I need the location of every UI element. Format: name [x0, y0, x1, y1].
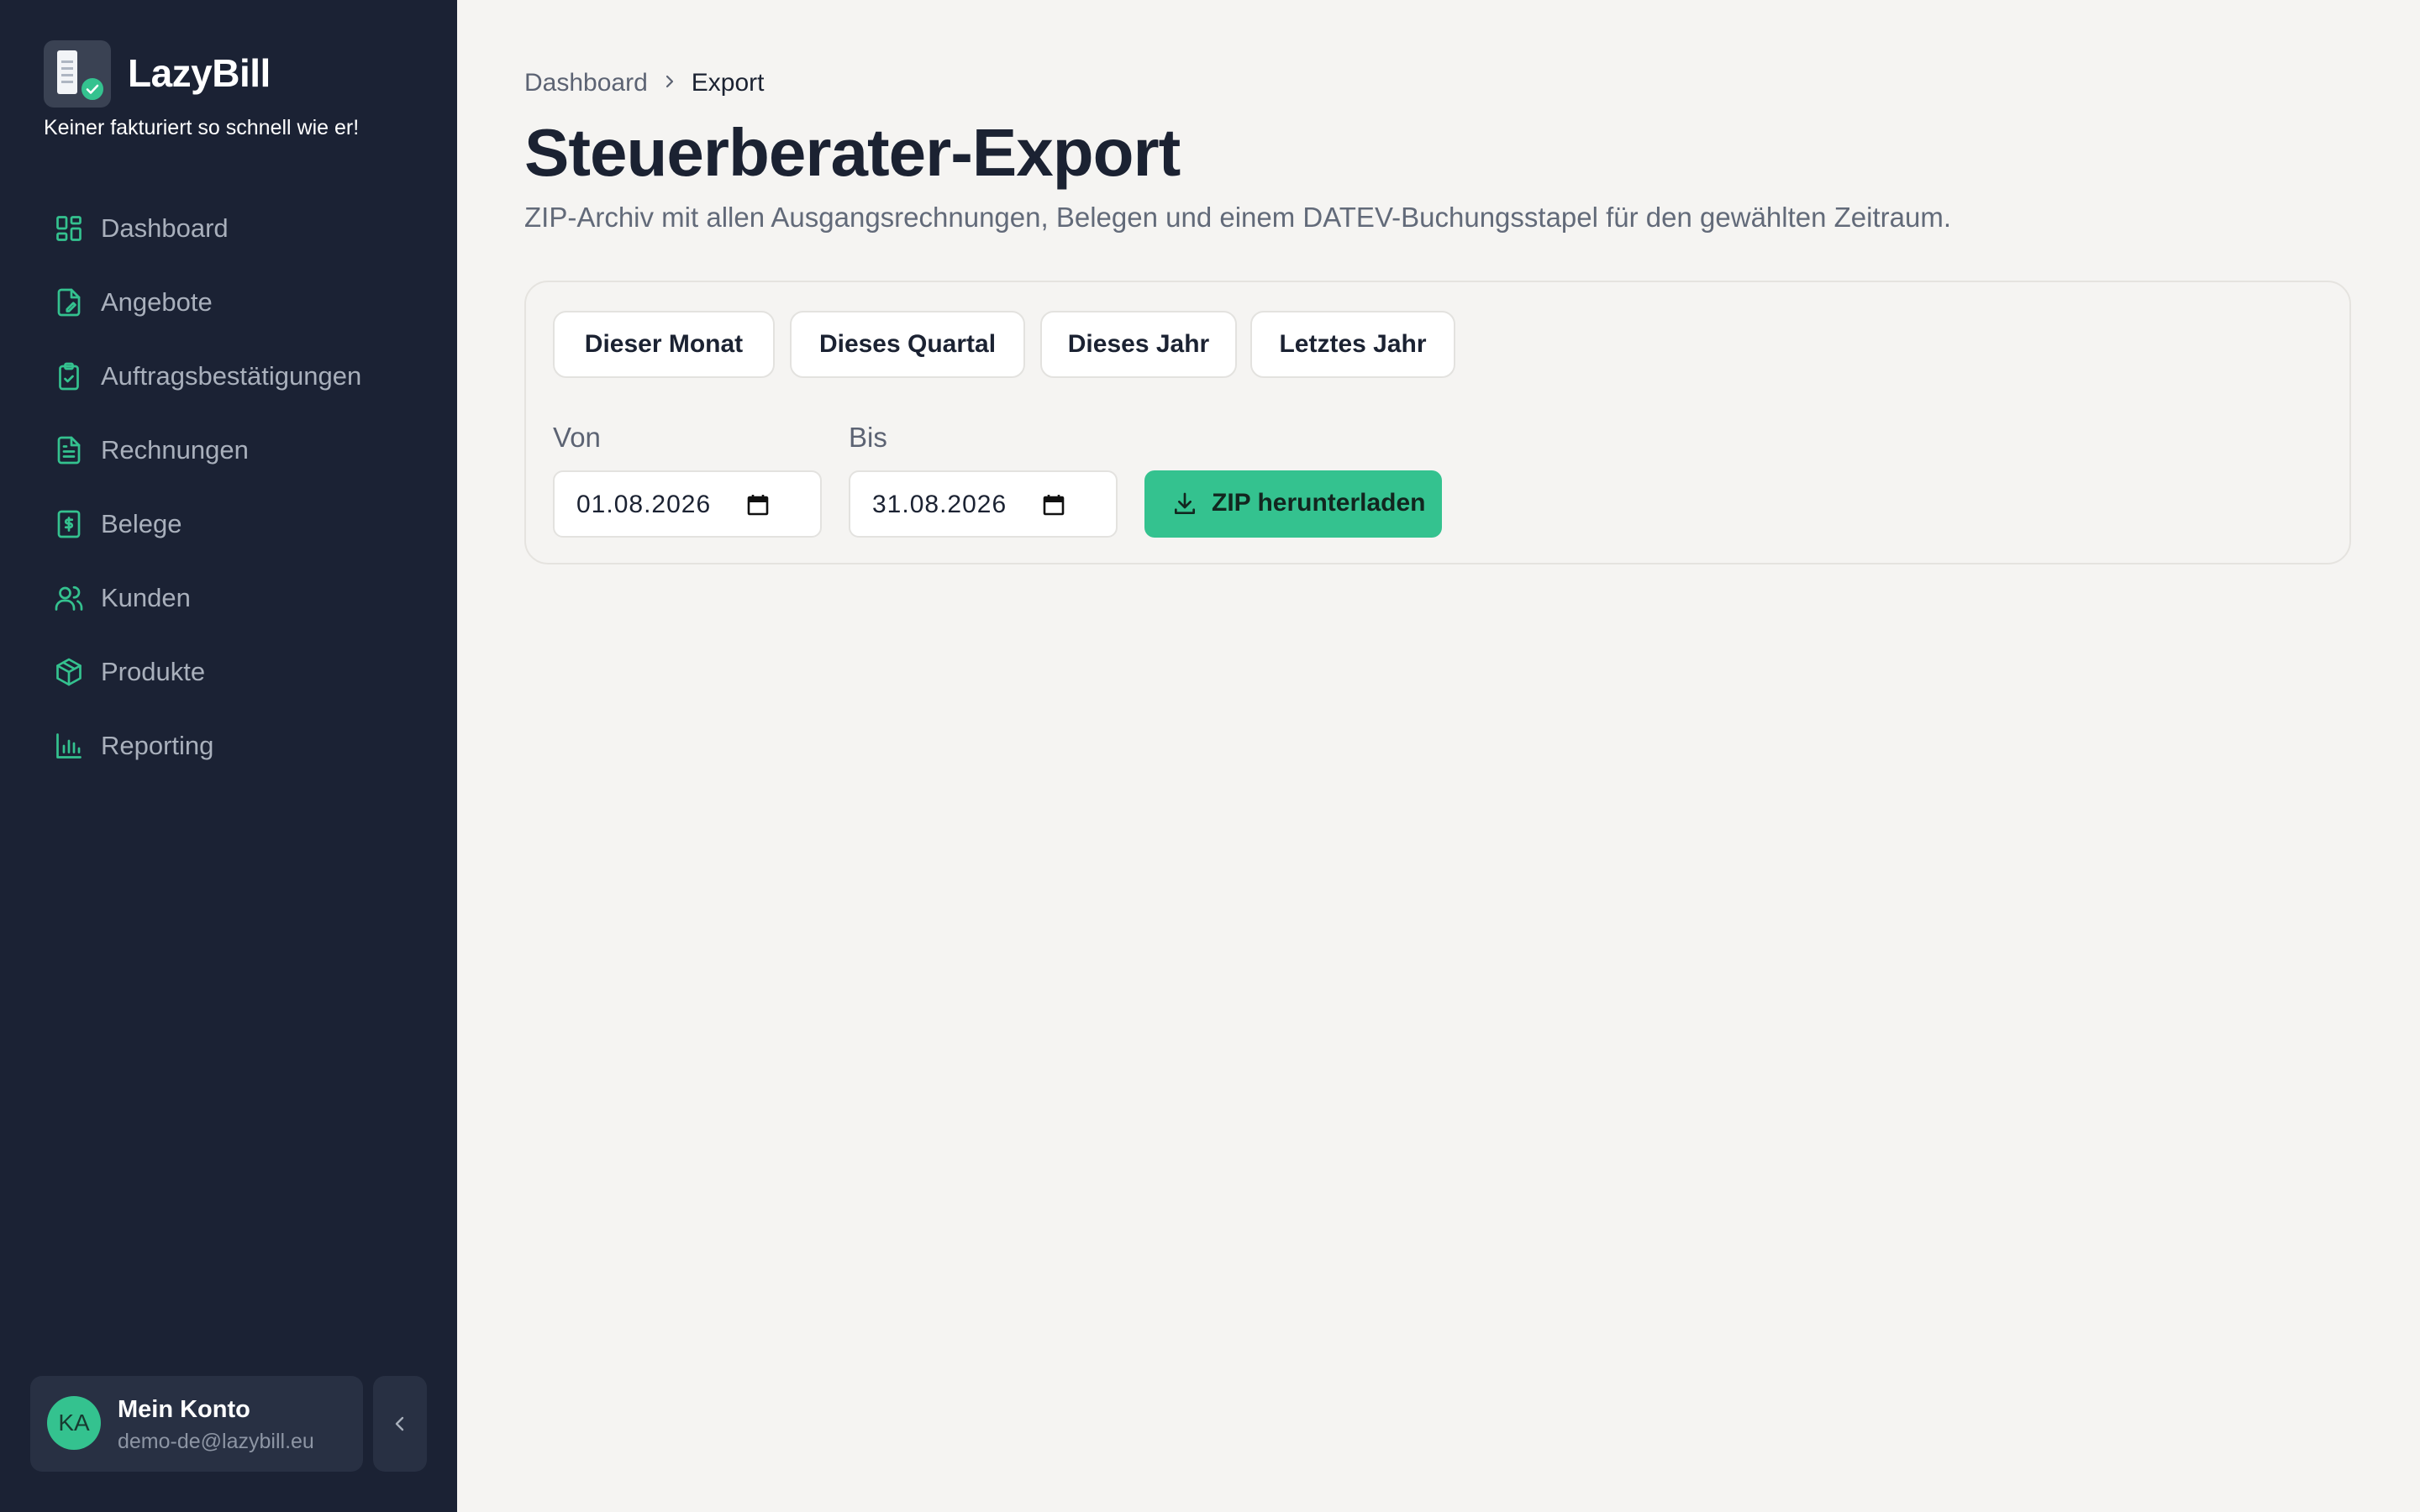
- preset-this-quarter-button[interactable]: Dieses Quartal: [790, 311, 1025, 378]
- app-name: LazyBill: [128, 51, 271, 95]
- sidebar-item-reporting[interactable]: Reporting: [0, 709, 457, 783]
- sidebar-item-label: Reporting: [101, 731, 214, 760]
- sidebar-item-produkte[interactable]: Produkte: [0, 635, 457, 709]
- users-icon: [55, 585, 83, 611]
- calendar-icon[interactable]: [746, 492, 770, 517]
- zip-download-button[interactable]: ZIP herunterladen: [1144, 470, 1442, 538]
- receipt-icon: [57, 510, 81, 538]
- collapse-sidebar-button[interactable]: [373, 1376, 427, 1472]
- to-date-value: 31.08.2026: [872, 491, 1007, 518]
- sidebar-item-belege[interactable]: Belege: [0, 487, 457, 561]
- sidebar-item-label: Rechnungen: [101, 435, 249, 465]
- sidebar-item-label: Produkte: [101, 657, 206, 686]
- page-title: Steuerberater-Export: [524, 115, 1181, 190]
- sidebar: LazyBill Keiner fakturiert so schnell wi…: [0, 0, 457, 1512]
- sidebar-item-rechnungen[interactable]: Rechnungen: [0, 413, 457, 487]
- avatar: KA: [47, 1396, 101, 1450]
- sidebar-item-label: Kunden: [101, 583, 191, 612]
- package-icon: [56, 658, 82, 686]
- account-menu[interactable]: KA Mein Konto demo-de@lazybill.eu: [30, 1376, 363, 1472]
- file-text-icon: [57, 436, 81, 465]
- breadcrumb: Dashboard Export: [524, 69, 764, 97]
- bar-chart-icon: [56, 733, 82, 759]
- page-description: ZIP-Archiv mit allen Ausgangsrechnungen,…: [524, 202, 1952, 233]
- chevron-right-icon: [663, 71, 676, 97]
- app-logo[interactable]: [44, 40, 111, 108]
- chevron-left-icon: [395, 1416, 404, 1431]
- breadcrumb-current: Export: [691, 69, 765, 97]
- sidebar-item-label: Auftragsbestätigungen: [101, 361, 362, 391]
- breadcrumb-dashboard-link[interactable]: Dashboard: [524, 69, 648, 97]
- export-card: Dieser Monat Dieses Quartal Dieses Jahr …: [524, 281, 2351, 564]
- sidebar-item-label: Dashboard: [101, 213, 229, 243]
- document-icon: [57, 50, 77, 94]
- preset-last-year-button[interactable]: Letztes Jahr: [1250, 311, 1455, 378]
- to-date-input[interactable]: 31.08.2026: [849, 470, 1118, 538]
- preset-this-year-button[interactable]: Dieses Jahr: [1040, 311, 1237, 378]
- sidebar-item-angebote[interactable]: Angebote: [0, 265, 457, 339]
- clipboard-check-icon: [59, 362, 79, 391]
- check-badge-icon: [79, 76, 106, 102]
- download-icon: [1175, 492, 1195, 514]
- zip-download-label: ZIP herunterladen: [1212, 489, 1426, 517]
- from-date-value: 01.08.2026: [576, 491, 712, 518]
- sidebar-item-auftragsbestaetigungen[interactable]: Auftragsbestätigungen: [0, 339, 457, 413]
- preset-this-month-button[interactable]: Dieser Monat: [553, 311, 775, 378]
- sidebar-item-label: Angebote: [101, 287, 213, 317]
- to-label: Bis: [849, 422, 887, 453]
- account-email: demo-de@lazybill.eu: [118, 1430, 314, 1453]
- layout-grid-icon: [56, 216, 82, 241]
- file-edit-icon: [57, 288, 81, 317]
- sidebar-item-label: Belege: [101, 509, 182, 538]
- sidebar-item-dashboard[interactable]: Dashboard: [0, 192, 457, 265]
- sidebar-nav: Dashboard Angebote Auftragsbestätigungen…: [0, 192, 457, 783]
- sidebar-item-kunden[interactable]: Kunden: [0, 561, 457, 635]
- app-tagline: Keiner fakturiert so schnell wie er!: [44, 116, 360, 139]
- from-date-input[interactable]: 01.08.2026: [553, 470, 822, 538]
- from-label: Von: [553, 422, 601, 453]
- account-name: Mein Konto: [118, 1396, 250, 1423]
- calendar-icon[interactable]: [1042, 492, 1065, 517]
